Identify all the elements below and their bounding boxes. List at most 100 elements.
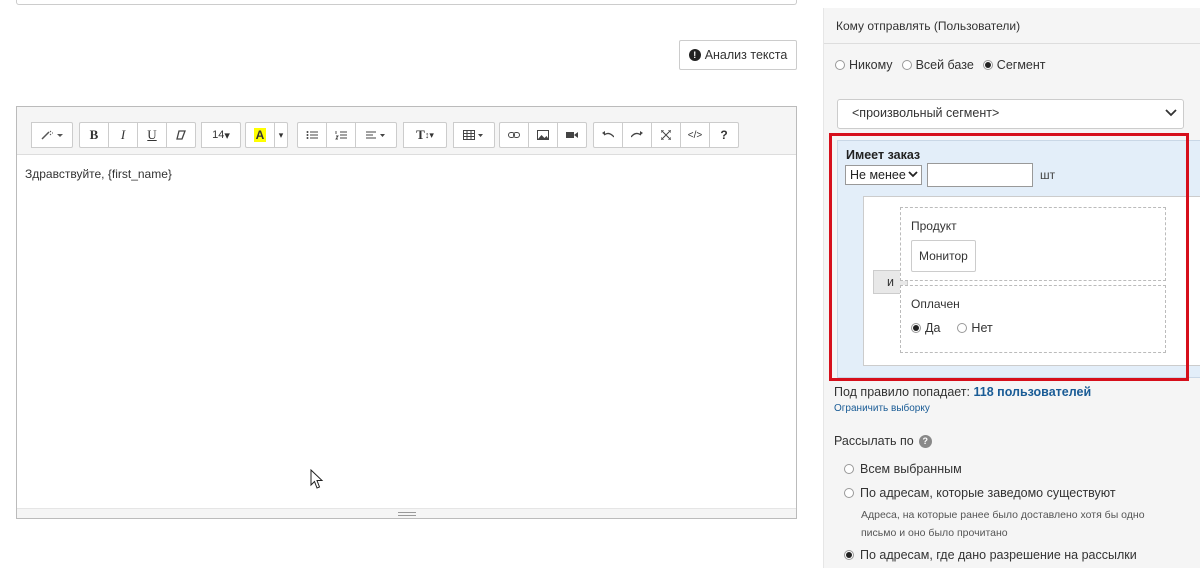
font-size-value: 14 <box>212 129 225 141</box>
help-button[interactable]: ? <box>709 122 739 148</box>
condition-paid: Оплачен Да Нет <box>900 285 1166 353</box>
radio-nobody[interactable]: Никому <box>835 58 893 72</box>
segment-select-value: <произвольный сегмент> <box>852 106 1000 120</box>
panel-header: Кому отправлять (Пользователи) <box>824 8 1200 44</box>
italic-button[interactable]: I <box>108 122 138 148</box>
redo-button[interactable] <box>622 122 652 148</box>
editor-content[interactable]: Здравствуйте, {first_name} <box>17 155 796 507</box>
mouse-cursor-icon <box>310 469 324 489</box>
undo-button[interactable] <box>593 122 623 148</box>
text-style-icon: T <box>416 127 425 142</box>
unit-label: шт <box>1040 168 1056 182</box>
fullscreen-icon <box>661 130 671 140</box>
product-tag[interactable]: Монитор <box>911 240 976 272</box>
recipients-panel: Кому отправлять (Пользователи) Никому Вс… <box>823 8 1200 568</box>
analyze-text-button[interactable]: ! Анализ текста <box>679 40 797 70</box>
radio-whole-base[interactable]: Всей базе <box>901 58 974 72</box>
segment-rule: Имеет заказ Не менее шт и Продукт Монито… <box>837 140 1200 378</box>
insert-image-button[interactable] <box>528 122 558 148</box>
eraser-button[interactable] <box>166 122 196 148</box>
radio-selected-icon <box>844 550 854 560</box>
match-prefix: Под правило попадает: <box>834 385 971 399</box>
rule-conditions: и Продукт Монитор Оплачен Да Нет <box>863 196 1200 366</box>
radio-selected-icon <box>982 60 993 70</box>
exclamation-circle-icon: ! <box>688 49 701 61</box>
fullscreen-button[interactable] <box>651 122 681 148</box>
editor-text: Здравствуйте, {first_name} <box>25 167 172 181</box>
font-size-dropdown[interactable]: 14 ▾ <box>201 122 241 148</box>
highlight-color-button[interactable]: A <box>245 122 275 148</box>
radio-label: Всем выбранным <box>860 462 962 476</box>
paid-label: Оплачен <box>911 297 960 311</box>
quantity-input[interactable] <box>927 163 1033 187</box>
radio-icon <box>835 60 845 70</box>
match-count[interactable]: 118 пользователей <box>974 385 1092 399</box>
send-by-heading: Рассылать по ? <box>834 434 932 448</box>
chevron-down-icon <box>1165 109 1177 117</box>
radio-segment[interactable]: Сегмент <box>982 58 1046 72</box>
undo-icon <box>602 131 614 138</box>
radio-icon <box>844 488 854 498</box>
align-left-icon <box>366 131 385 139</box>
radio-label: Всей базе <box>915 58 974 72</box>
bold-button[interactable]: B <box>79 122 109 148</box>
send-option-note: Адреса, на которые ранее было доставлено… <box>861 509 1145 539</box>
radio-label: По адресам, которые заведомо существуют <box>860 486 1116 500</box>
bullet-list-icon <box>306 131 318 139</box>
video-icon <box>566 132 578 138</box>
magic-wand-icon <box>41 130 63 140</box>
radio-selected-icon <box>911 323 921 333</box>
radio-label: Никому <box>849 58 893 72</box>
question-icon: ? <box>720 128 728 142</box>
bullet-list-button[interactable] <box>297 122 327 148</box>
grip-icon <box>397 511 416 516</box>
insert-link-button[interactable] <box>499 122 529 148</box>
redo-icon <box>631 131 643 138</box>
send-by-label: Рассылать по <box>834 434 914 448</box>
operator-value: Не менее <box>850 168 906 182</box>
radio-paid-yes[interactable]: Да <box>911 321 940 335</box>
chevron-down-icon <box>908 171 918 178</box>
radio-paid-no[interactable]: Нет <box>957 321 993 335</box>
analyze-text-label: Анализ текста <box>704 48 788 62</box>
radio-label: Нет <box>971 321 993 335</box>
radio-send-existing[interactable]: По адресам, которые заведомо существуют <box>844 486 1116 500</box>
segment-select[interactable]: <произвольный сегмент> <box>837 99 1184 129</box>
match-summary: Под правило попадает: 118 пользователей <box>834 385 1091 399</box>
rule-title: Имеет заказ <box>846 148 921 162</box>
editor-toolbar: B I U 14 ▾ A ▾ T ↕▾ </> ? <box>17 107 796 155</box>
product-label: Продукт <box>911 219 957 233</box>
top-text-input[interactable] <box>16 0 797 5</box>
question-circle-icon[interactable]: ? <box>918 434 932 448</box>
code-view-button[interactable]: </> <box>680 122 710 148</box>
align-dropdown[interactable] <box>355 122 397 148</box>
code-icon: </> <box>687 129 703 141</box>
eraser-icon <box>176 130 186 140</box>
insert-video-button[interactable] <box>557 122 587 148</box>
magic-wand-button[interactable] <box>31 122 73 148</box>
editor-resize-handle[interactable] <box>17 508 796 518</box>
table-dropdown[interactable] <box>453 122 495 148</box>
rich-text-editor: B I U 14 ▾ A ▾ T ↕▾ </> ? Здравствуйте, … <box>16 106 797 519</box>
condition-product: Продукт Монитор <box>900 207 1166 281</box>
radio-icon <box>901 60 912 70</box>
table-icon <box>463 130 483 140</box>
radio-label: По адресам, где дано разрешение на рассы… <box>860 548 1137 562</box>
highlight-icon: A <box>253 128 267 142</box>
highlight-color-dropdown[interactable]: ▾ <box>274 122 288 148</box>
radio-icon <box>957 323 968 333</box>
operator-select[interactable]: Не менее <box>845 165 922 185</box>
numbered-list-icon <box>335 131 347 140</box>
radio-label: Сегмент <box>996 58 1046 72</box>
image-icon <box>537 130 549 140</box>
underline-button[interactable]: U <box>137 122 167 148</box>
radio-send-permitted[interactable]: По адресам, где дано разрешение на рассы… <box>844 548 1137 562</box>
numbered-list-button[interactable] <box>326 122 356 148</box>
radio-label: Да <box>925 321 941 335</box>
limit-selection-link[interactable]: Ограничить выборку <box>834 403 930 414</box>
link-icon <box>508 132 520 138</box>
radio-send-all[interactable]: Всем выбранным <box>844 462 962 476</box>
radio-icon <box>844 464 854 474</box>
recipients-radio-group: Никому Всей базе Сегмент <box>835 58 1046 72</box>
text-style-dropdown[interactable]: T ↕▾ <box>403 122 447 148</box>
